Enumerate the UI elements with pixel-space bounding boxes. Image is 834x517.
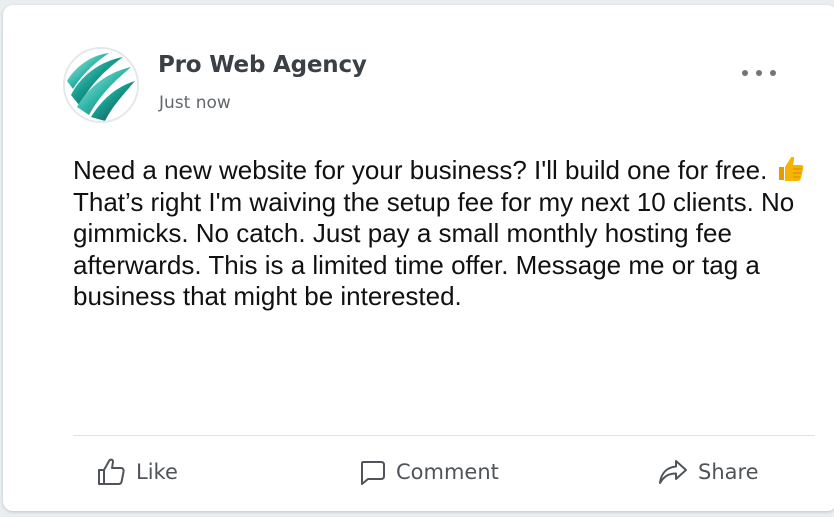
like-label: Like <box>136 460 178 484</box>
actions-divider <box>73 435 815 436</box>
share-arrow-icon <box>659 460 687 484</box>
post-body: Need a new website for your business? I'… <box>73 154 813 313</box>
more-options-button[interactable] <box>738 63 782 83</box>
thumbs-up-icon <box>98 458 125 485</box>
thumbs-up-emoji-icon <box>778 156 803 181</box>
comment-button[interactable]: Comment <box>358 455 499 489</box>
post-text-part-2: That’s right I'm waiving the setup fee f… <box>73 186 795 312</box>
share-button[interactable]: Share <box>658 455 759 489</box>
share-label: Share <box>698 460 759 484</box>
post-timestamp: Just now <box>159 93 231 113</box>
author-name[interactable]: Pro Web Agency <box>158 52 367 78</box>
comment-bubble-icon <box>361 461 385 485</box>
like-button[interactable]: Like <box>96 455 178 489</box>
comment-label: Comment <box>396 460 499 484</box>
agency-logo-icon <box>65 49 137 121</box>
author-avatar[interactable] <box>63 47 139 123</box>
post-card: Pro Web Agency Just now Need a new websi… <box>3 5 834 511</box>
post-text-part-1: Need a new website for your business? I'… <box>73 155 775 185</box>
